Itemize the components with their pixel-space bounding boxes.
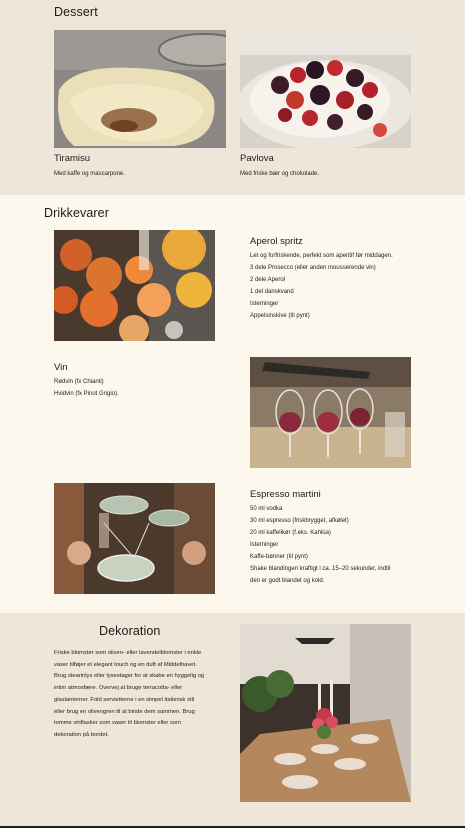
decoration-line: Friske blomster som oliven- eller lavend…: [54, 650, 202, 656]
decoration-line: eller brug en olivengren til at binde de…: [54, 708, 195, 715]
tiramisu-desc: Med kaffe og mascarpone.: [54, 171, 125, 177]
decoration-line: tomme vinflasker som vaser til blomster …: [54, 720, 181, 727]
drinks-section: Drikkevarer Aperol spritz Let og forfris…: [0, 195, 465, 613]
espresso-line: Isterninger: [250, 542, 279, 548]
aperol-line: Isterninger: [250, 301, 279, 307]
decoration-text: Friske blomster som oliven- eller lavend…: [54, 648, 229, 742]
decoration-section: Dekoration Friske blomster som oliven- e…: [0, 613, 465, 828]
dessert-section: Dessert Tiramisu Med kaffe og mascarpone…: [0, 0, 465, 195]
decoration-line: glaslanterner. Fold servietterne i en si…: [54, 696, 195, 703]
pavlova-title: Pavlova: [240, 153, 274, 164]
espresso-line: Shake blandingen kraftigt i ca. 15–20 se…: [250, 566, 391, 572]
espresso-title: Espresso martini: [250, 489, 321, 500]
decoration-line: Brug stearinlys eller lysestager for at …: [54, 673, 205, 680]
decoration-line: dekoration på bordet.: [54, 731, 109, 738]
vin-title: Vin: [54, 362, 68, 373]
wine-image: [250, 357, 411, 468]
decoration-heading: Dekoration: [99, 624, 161, 638]
tiramisu-image: [54, 30, 226, 148]
espresso-martini-image: [54, 483, 215, 594]
aperol-recipe: Let og forfriskende, perfekt som aperiti…: [250, 250, 393, 322]
dessert-heading: Dessert: [54, 5, 98, 19]
aperol-spritz-image: [54, 230, 215, 341]
vin-line: Rødvin (fx Chianti): [54, 379, 104, 385]
aperol-title: Aperol spritz: [250, 236, 303, 247]
aperol-line: Let og forfriskende, perfekt som aperiti…: [250, 253, 393, 259]
espresso-line: 20 ml kaffelikør (f.eks. Kahlúa): [250, 530, 331, 536]
table-decoration-image: [240, 624, 411, 802]
vin-line: Hvidvin (fx Pinot Grigio).: [54, 391, 119, 397]
aperol-line: 3 dele Prosecco (eller anden mousserende…: [250, 265, 376, 271]
espresso-recipe: 50 ml vodka 30 ml espresso (friskbrygget…: [250, 503, 390, 587]
pavlova-image: [240, 30, 411, 148]
espresso-line: 50 ml vodka: [250, 506, 283, 512]
drinks-heading: Drikkevarer: [44, 206, 109, 220]
espresso-line: 30 ml espresso (friskbrygget, afkølet): [250, 518, 349, 524]
pavlova-desc: Med friske bær og chokolade.: [240, 171, 320, 177]
espresso-line: Kaffe-bønner (til pynt): [250, 554, 308, 560]
decoration-line: vaser tilføjer et elegant touch og en du…: [54, 661, 197, 668]
aperol-line: 1 del danskvand: [250, 289, 294, 295]
espresso-line: den er godt blandet og kold.: [250, 578, 325, 584]
vin-list: Rødvin (fx Chianti) Hvidvin (fx Pinot Gr…: [54, 376, 119, 400]
aperol-line: 2 dele Aperol: [250, 277, 286, 283]
decoration-line: intim atmosfære. Overvej at bruge terrac…: [54, 685, 183, 692]
tiramisu-title: Tiramisu: [54, 153, 91, 164]
aperol-line: Appelsinskive (til pynt): [250, 313, 310, 319]
